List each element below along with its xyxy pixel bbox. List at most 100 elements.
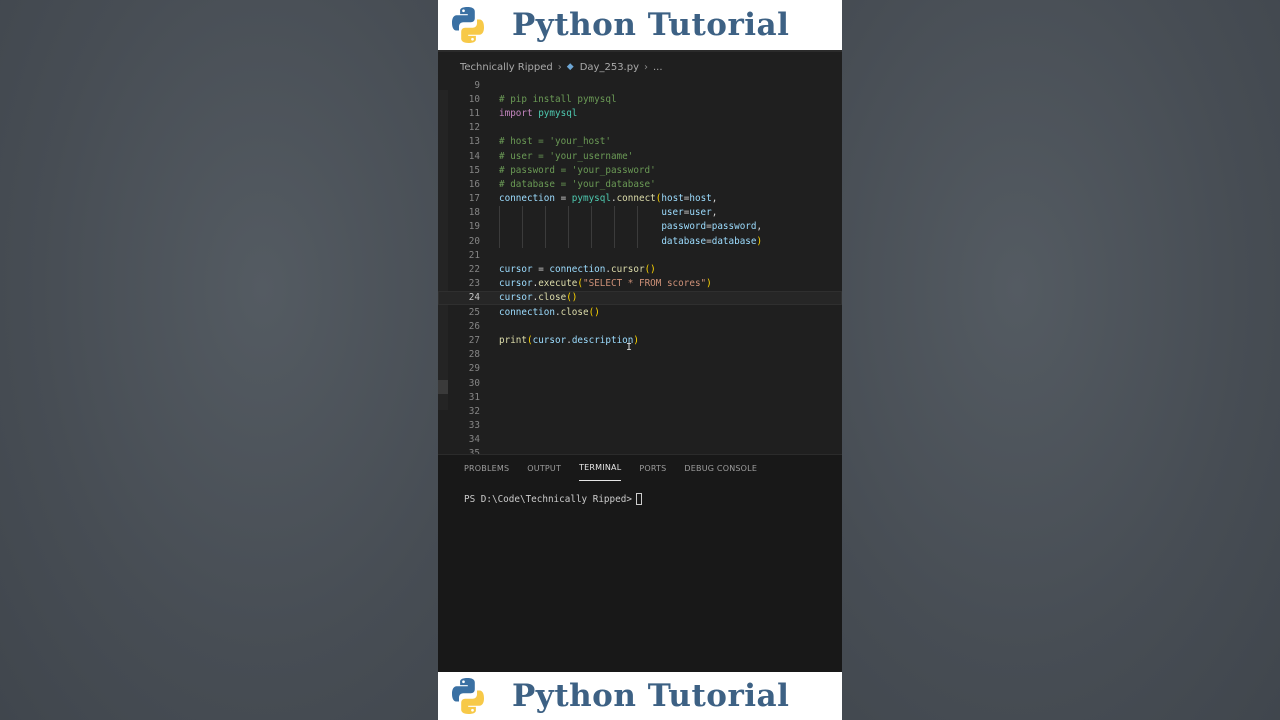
code-token: = bbox=[532, 264, 550, 276]
code-token: execute bbox=[538, 278, 578, 290]
breadcrumb: Technically Ripped › ◆ Day_253.py › ... bbox=[438, 58, 842, 76]
code-token: print bbox=[499, 334, 527, 346]
indent-guide bbox=[499, 219, 500, 235]
indent-guide bbox=[591, 234, 592, 249]
code-token: ) bbox=[706, 278, 712, 290]
code-line[interactable]: 13 # host = 'your_host' bbox=[438, 135, 842, 149]
tab-output[interactable]: OUTPUT bbox=[527, 455, 561, 481]
breadcrumb-more[interactable]: ... bbox=[653, 62, 663, 73]
code-token: connection bbox=[549, 264, 606, 276]
tab-ports[interactable]: PORTS bbox=[639, 455, 666, 481]
code-line[interactable]: 26 bbox=[438, 319, 842, 333]
python-logo-icon bbox=[452, 7, 484, 43]
indent-guide bbox=[614, 234, 615, 249]
line-number: 25 bbox=[468, 306, 480, 318]
code-line[interactable]: 31 bbox=[438, 390, 842, 404]
code-line[interactable]: 24 cursor.close() bbox=[438, 290, 842, 305]
code-line[interactable]: 23 cursor.execute("SELECT * FROM scores") bbox=[438, 277, 842, 291]
indent-guide bbox=[522, 219, 523, 235]
line-text: # user = 'your_username' bbox=[499, 151, 633, 162]
line-number: 28 bbox=[468, 349, 480, 361]
line-number: 33 bbox=[468, 420, 480, 432]
code-token: import bbox=[499, 107, 533, 119]
code-line[interactable]: 14 # user = 'your_username' bbox=[438, 149, 842, 163]
line-number: 12 bbox=[468, 122, 480, 134]
code-token: # pip install pymysql bbox=[499, 93, 617, 105]
breadcrumb-file[interactable]: Day_253.py bbox=[580, 62, 639, 73]
code-line[interactable]: 33 bbox=[438, 419, 842, 433]
code-token: description bbox=[571, 334, 634, 346]
banner-title: Python Tutorial bbox=[512, 7, 790, 43]
line-number: 32 bbox=[468, 405, 480, 417]
line-number: 24 bbox=[468, 292, 480, 304]
code-token: close bbox=[538, 292, 567, 304]
code-line[interactable]: 18 user=user, bbox=[438, 205, 842, 220]
code-token: pymysql bbox=[571, 193, 611, 205]
code-line[interactable]: 10 # pip install pymysql bbox=[438, 92, 842, 106]
line-number: 27 bbox=[468, 334, 480, 346]
line-number: 18 bbox=[468, 207, 480, 219]
terminal[interactable]: PS D:\Code\Technically Ripped> bbox=[438, 481, 842, 505]
line-text: cursor.close() bbox=[499, 292, 577, 303]
code-line[interactable]: 16 # database = 'your_database' bbox=[438, 177, 842, 191]
code-token: , bbox=[711, 207, 718, 219]
code-line[interactable]: 12 bbox=[438, 121, 842, 135]
code-token: ) bbox=[633, 334, 639, 346]
line-number: 23 bbox=[468, 278, 480, 290]
code-token: close bbox=[560, 306, 589, 318]
line-number: 21 bbox=[468, 249, 480, 261]
code-line[interactable]: 19 password=password, bbox=[438, 219, 842, 235]
code-token: cursor bbox=[532, 334, 567, 346]
code-token: , bbox=[756, 221, 763, 233]
code-line[interactable]: 11 import pymysql bbox=[438, 106, 842, 120]
code-line[interactable]: 15 # password = 'your_password' bbox=[438, 163, 842, 177]
code-line[interactable]: 21 bbox=[438, 248, 842, 262]
code-token: () bbox=[644, 264, 656, 276]
code-line[interactable]: 17 connection = pymysql.connect(host=host… bbox=[438, 192, 842, 206]
line-number: 15 bbox=[468, 164, 480, 176]
code-token: cursor bbox=[499, 278, 533, 290]
line-number: 19 bbox=[468, 221, 480, 233]
code-editor[interactable]: Technically Ripped › ◆ Day_253.py › ... … bbox=[438, 50, 842, 459]
line-number: 20 bbox=[468, 235, 480, 247]
code-line[interactable]: 25 connection.close() bbox=[438, 305, 842, 319]
line-text: cursor.execute("SELECT * FROM scores") bbox=[499, 278, 712, 289]
code-token: connect bbox=[616, 193, 656, 205]
line-text: connection = pymysql.connect(host=host, bbox=[499, 193, 717, 204]
breadcrumb-folder[interactable]: Technically Ripped bbox=[460, 62, 553, 73]
line-text: # host = 'your_host' bbox=[499, 136, 611, 147]
code-line[interactable]: 29 bbox=[438, 362, 842, 376]
code-line[interactable]: 30 bbox=[438, 376, 842, 390]
indent-guide bbox=[637, 205, 638, 220]
code-line[interactable]: 34 bbox=[438, 433, 842, 447]
tab-problems[interactable]: PROBLEMS bbox=[464, 455, 509, 481]
indent-guide bbox=[614, 205, 615, 220]
code-line[interactable]: 32 bbox=[438, 404, 842, 418]
indent-guides bbox=[499, 219, 669, 235]
indent-guide bbox=[614, 219, 615, 235]
line-text: # password = 'your_password' bbox=[499, 165, 656, 176]
indent-guide bbox=[568, 234, 569, 249]
line-number: 17 bbox=[468, 193, 480, 205]
indent-guide bbox=[637, 234, 638, 249]
code-lines[interactable]: 9 10 # pip install pymysql 11 import pymysql… bbox=[438, 78, 842, 461]
code-token: () bbox=[588, 306, 600, 318]
code-line[interactable]: 9 bbox=[438, 78, 842, 92]
code-line[interactable]: 27 print(cursor.description) bbox=[438, 333, 842, 347]
line-text: # pip install pymysql bbox=[499, 94, 617, 105]
tab-debug-console[interactable]: DEBUG CONSOLE bbox=[684, 455, 757, 481]
line-number: 22 bbox=[468, 264, 480, 276]
code-token: cursor bbox=[499, 292, 533, 304]
background-blur-right bbox=[842, 0, 1280, 720]
tab-terminal[interactable]: TERMINAL bbox=[579, 455, 622, 481]
line-number: 30 bbox=[468, 377, 480, 389]
line-text: print(cursor.description) bbox=[499, 335, 639, 346]
bottom-banner: Python Tutorial bbox=[438, 672, 842, 720]
code-line[interactable]: 22 cursor = connection.cursor() bbox=[438, 262, 842, 276]
code-line[interactable]: 28 bbox=[438, 348, 842, 362]
code-token: # database = 'your_database' bbox=[499, 178, 656, 190]
code-line[interactable]: 20 database=database) bbox=[438, 234, 842, 249]
panel-tab-bar: PROBLEMS OUTPUT TERMINAL PORTS DEBUG CONSOLE bbox=[438, 455, 842, 481]
line-text: cursor = connection.cursor() bbox=[499, 264, 656, 275]
indent-guide bbox=[637, 219, 638, 235]
